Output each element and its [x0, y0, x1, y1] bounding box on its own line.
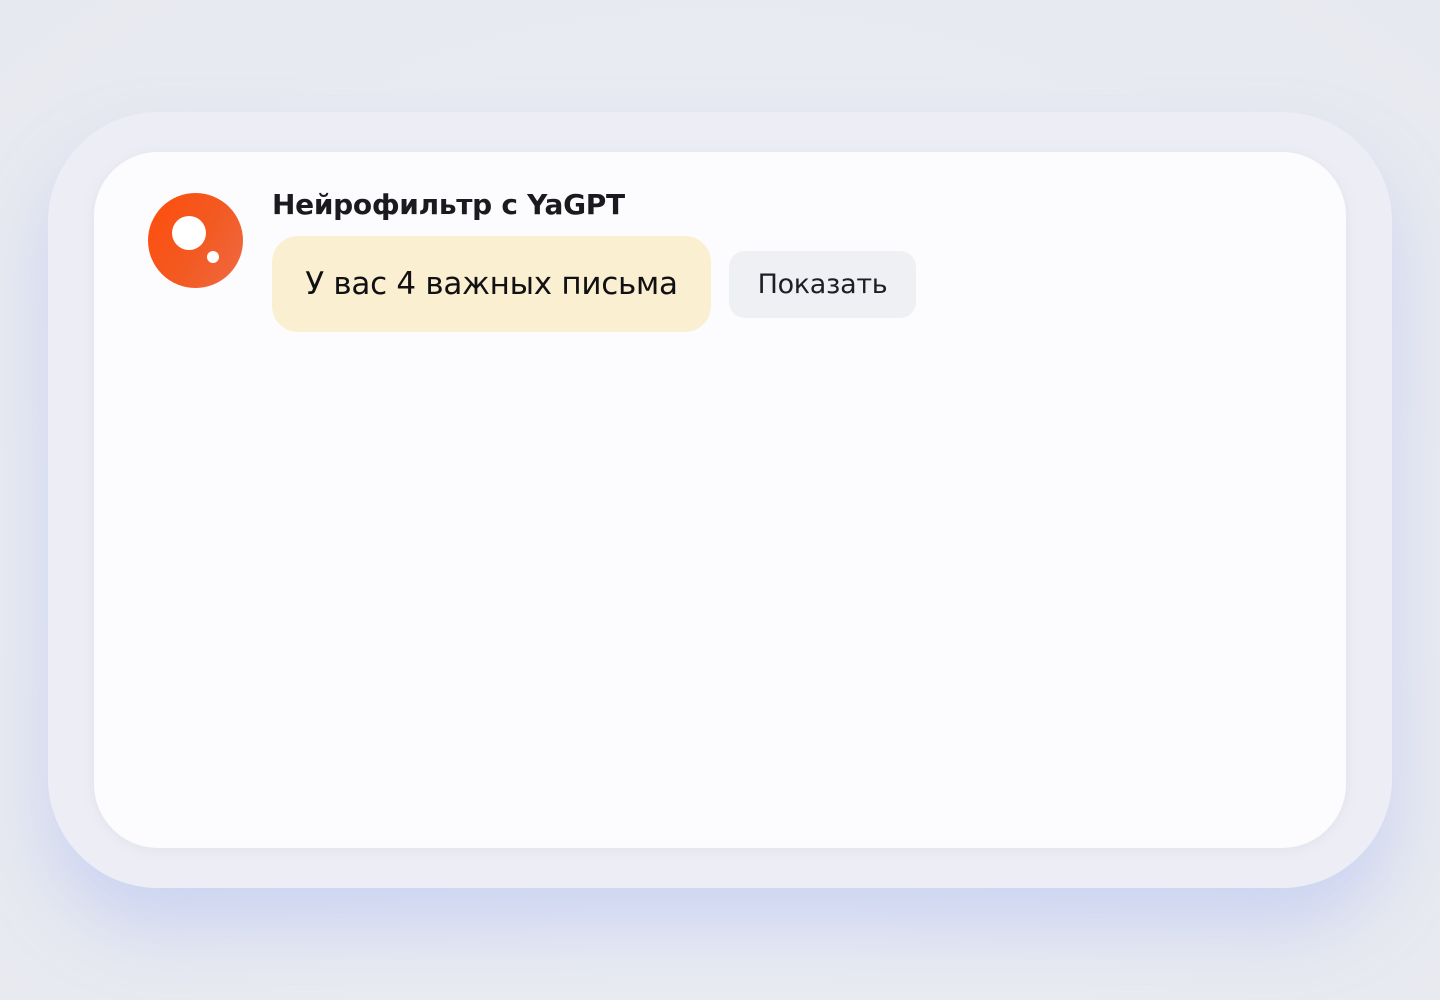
show-button[interactable]: Показать [729, 251, 916, 318]
message-text: У вас 4 важных письма [305, 266, 678, 302]
sender-name: Нейрофильтр с YaGPT [272, 188, 625, 221]
logo-dot-large [172, 216, 206, 250]
message-bubble: У вас 4 важных письма [272, 236, 711, 332]
logo-dot-small [207, 251, 219, 263]
neurofilter-logo-icon [148, 193, 243, 288]
